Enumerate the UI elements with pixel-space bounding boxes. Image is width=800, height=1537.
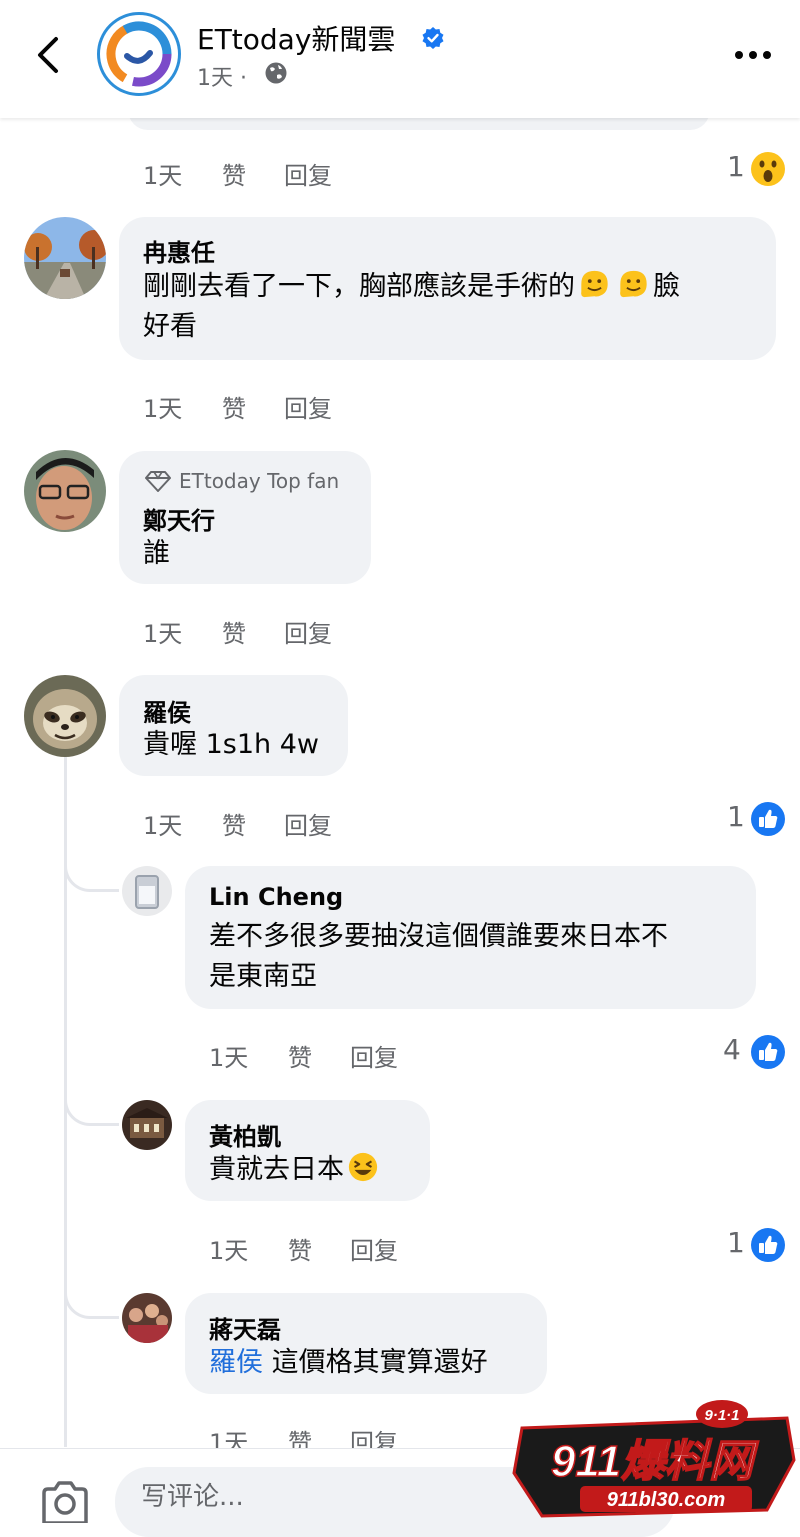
- verified-badge-icon: [422, 27, 444, 49]
- thread-connector: [64, 862, 119, 892]
- watermark-main: 911爆料网: [551, 1437, 759, 1486]
- like-reaction-icon[interactable]: [750, 1227, 786, 1263]
- melting-face-emoji: [581, 270, 608, 298]
- comment-text-line: 剛剛去看了一下，胸部應該是手術的: [143, 271, 575, 302]
- comment-text: 貴就去日本: [209, 1151, 380, 1189]
- reply-button[interactable]: 回复: [284, 614, 332, 649]
- comment-text-end: 臉: [653, 271, 680, 302]
- wow-reaction-icon[interactable]: [750, 151, 786, 187]
- comment-text-line: 這價格其實算還好: [271, 1347, 488, 1378]
- comment-author[interactable]: 黃柏凱: [209, 1117, 281, 1152]
- reaction-count: 1: [727, 800, 745, 833]
- reply-button[interactable]: 回复: [350, 1231, 398, 1266]
- avatar[interactable]: [122, 1293, 172, 1343]
- diamond-top-fan-icon: [145, 471, 171, 492]
- watermark-url: 911bl30.com: [607, 1489, 726, 1511]
- page-avatar[interactable]: [97, 12, 181, 96]
- more-options-button[interactable]: [728, 40, 778, 70]
- reaction-count: 1: [727, 1226, 745, 1259]
- page-title[interactable]: ETtoday新聞雲: [197, 18, 395, 58]
- like-button[interactable]: 赞: [222, 614, 246, 649]
- chevron-left-icon: [38, 37, 58, 73]
- reply-button[interactable]: 回复: [284, 389, 332, 424]
- post-time: 1天 ·: [197, 66, 247, 91]
- comment-time: 1天: [143, 620, 183, 648]
- globe-icon: [265, 62, 287, 84]
- top-fan-badge: ETtoday Top fan: [179, 469, 340, 493]
- avatar[interactable]: [24, 450, 106, 532]
- like-button[interactable]: 赞: [222, 156, 246, 191]
- comment-author[interactable]: 冉惠任: [143, 233, 215, 268]
- avatar-road-photo: [24, 217, 106, 299]
- melting-face-emoji: [620, 270, 647, 298]
- comment-text: 貴喔 1s1h 4w: [143, 729, 319, 760]
- like-button[interactable]: 赞: [222, 389, 246, 424]
- thread-connector: [64, 1096, 119, 1126]
- comment-time: 1天: [143, 812, 183, 840]
- reaction-count: 4: [723, 1033, 741, 1066]
- avatar[interactable]: [24, 675, 106, 757]
- more-dots-icon: [735, 51, 771, 59]
- avatar[interactable]: [122, 866, 172, 916]
- like-reaction-icon[interactable]: [750, 801, 786, 837]
- comment-author[interactable]: 鄭天行: [143, 501, 215, 536]
- reaction-count: 1: [727, 150, 745, 183]
- like-button[interactable]: 赞: [288, 1231, 312, 1266]
- like-button[interactable]: 赞: [288, 1038, 312, 1073]
- avatar-glass-photo: [122, 866, 172, 916]
- top-bar: ETtoday新聞雲 1天 ·: [0, 0, 800, 118]
- comment-time: 1天: [209, 1044, 249, 1072]
- like-button[interactable]: 赞: [222, 806, 246, 841]
- back-button[interactable]: [22, 28, 72, 82]
- comment-text-line: 是東南亞: [209, 961, 317, 992]
- ettoday-logo-icon: [106, 21, 172, 87]
- comment-text-line: 好看: [143, 311, 197, 342]
- avatar[interactable]: [24, 217, 106, 299]
- watermark-badge: 9·1·1 911爆料网 911bl30.com: [512, 1400, 796, 1518]
- comment-text: 剛剛去看了一下，胸部應該是手術的 臉: [143, 268, 680, 306]
- avatar-sloth-photo: [24, 675, 106, 757]
- watermark-logo: 9·1·1 911爆料网 911bl30.com: [512, 1398, 797, 1520]
- mention-link[interactable]: 羅侯: [209, 1347, 263, 1378]
- comment-author[interactable]: 羅侯: [143, 693, 191, 728]
- like-reaction-icon[interactable]: [750, 1034, 786, 1070]
- thread-connector: [64, 1289, 119, 1319]
- watermark-top: 9·1·1: [704, 1407, 739, 1424]
- avatar[interactable]: [122, 1100, 172, 1150]
- comment-author[interactable]: 蔣天磊: [209, 1310, 281, 1345]
- comment-text-line: 貴就去日本: [209, 1154, 344, 1185]
- comment-time: 1天: [143, 395, 183, 423]
- comment-time: 1天: [143, 162, 183, 190]
- avatar-building-photo: [122, 1100, 172, 1150]
- comment-text-line: 差不多很多要抽沒這個價誰要來日本不: [209, 921, 668, 952]
- avatar-person-photo: [24, 450, 106, 532]
- reply-button[interactable]: 回复: [350, 1038, 398, 1073]
- laughing-face-emoji: [348, 1152, 378, 1182]
- comment-time: 1天: [209, 1237, 249, 1265]
- comment-text: 誰: [143, 538, 170, 569]
- reply-button[interactable]: 回复: [284, 156, 332, 191]
- comment-author[interactable]: Lin Cheng: [209, 883, 343, 911]
- reply-button[interactable]: 回复: [284, 806, 332, 841]
- comment-text: 羅侯 這價格其實算還好: [209, 1344, 488, 1382]
- avatar-group-photo: [122, 1293, 172, 1343]
- camera-icon[interactable]: [40, 1479, 90, 1523]
